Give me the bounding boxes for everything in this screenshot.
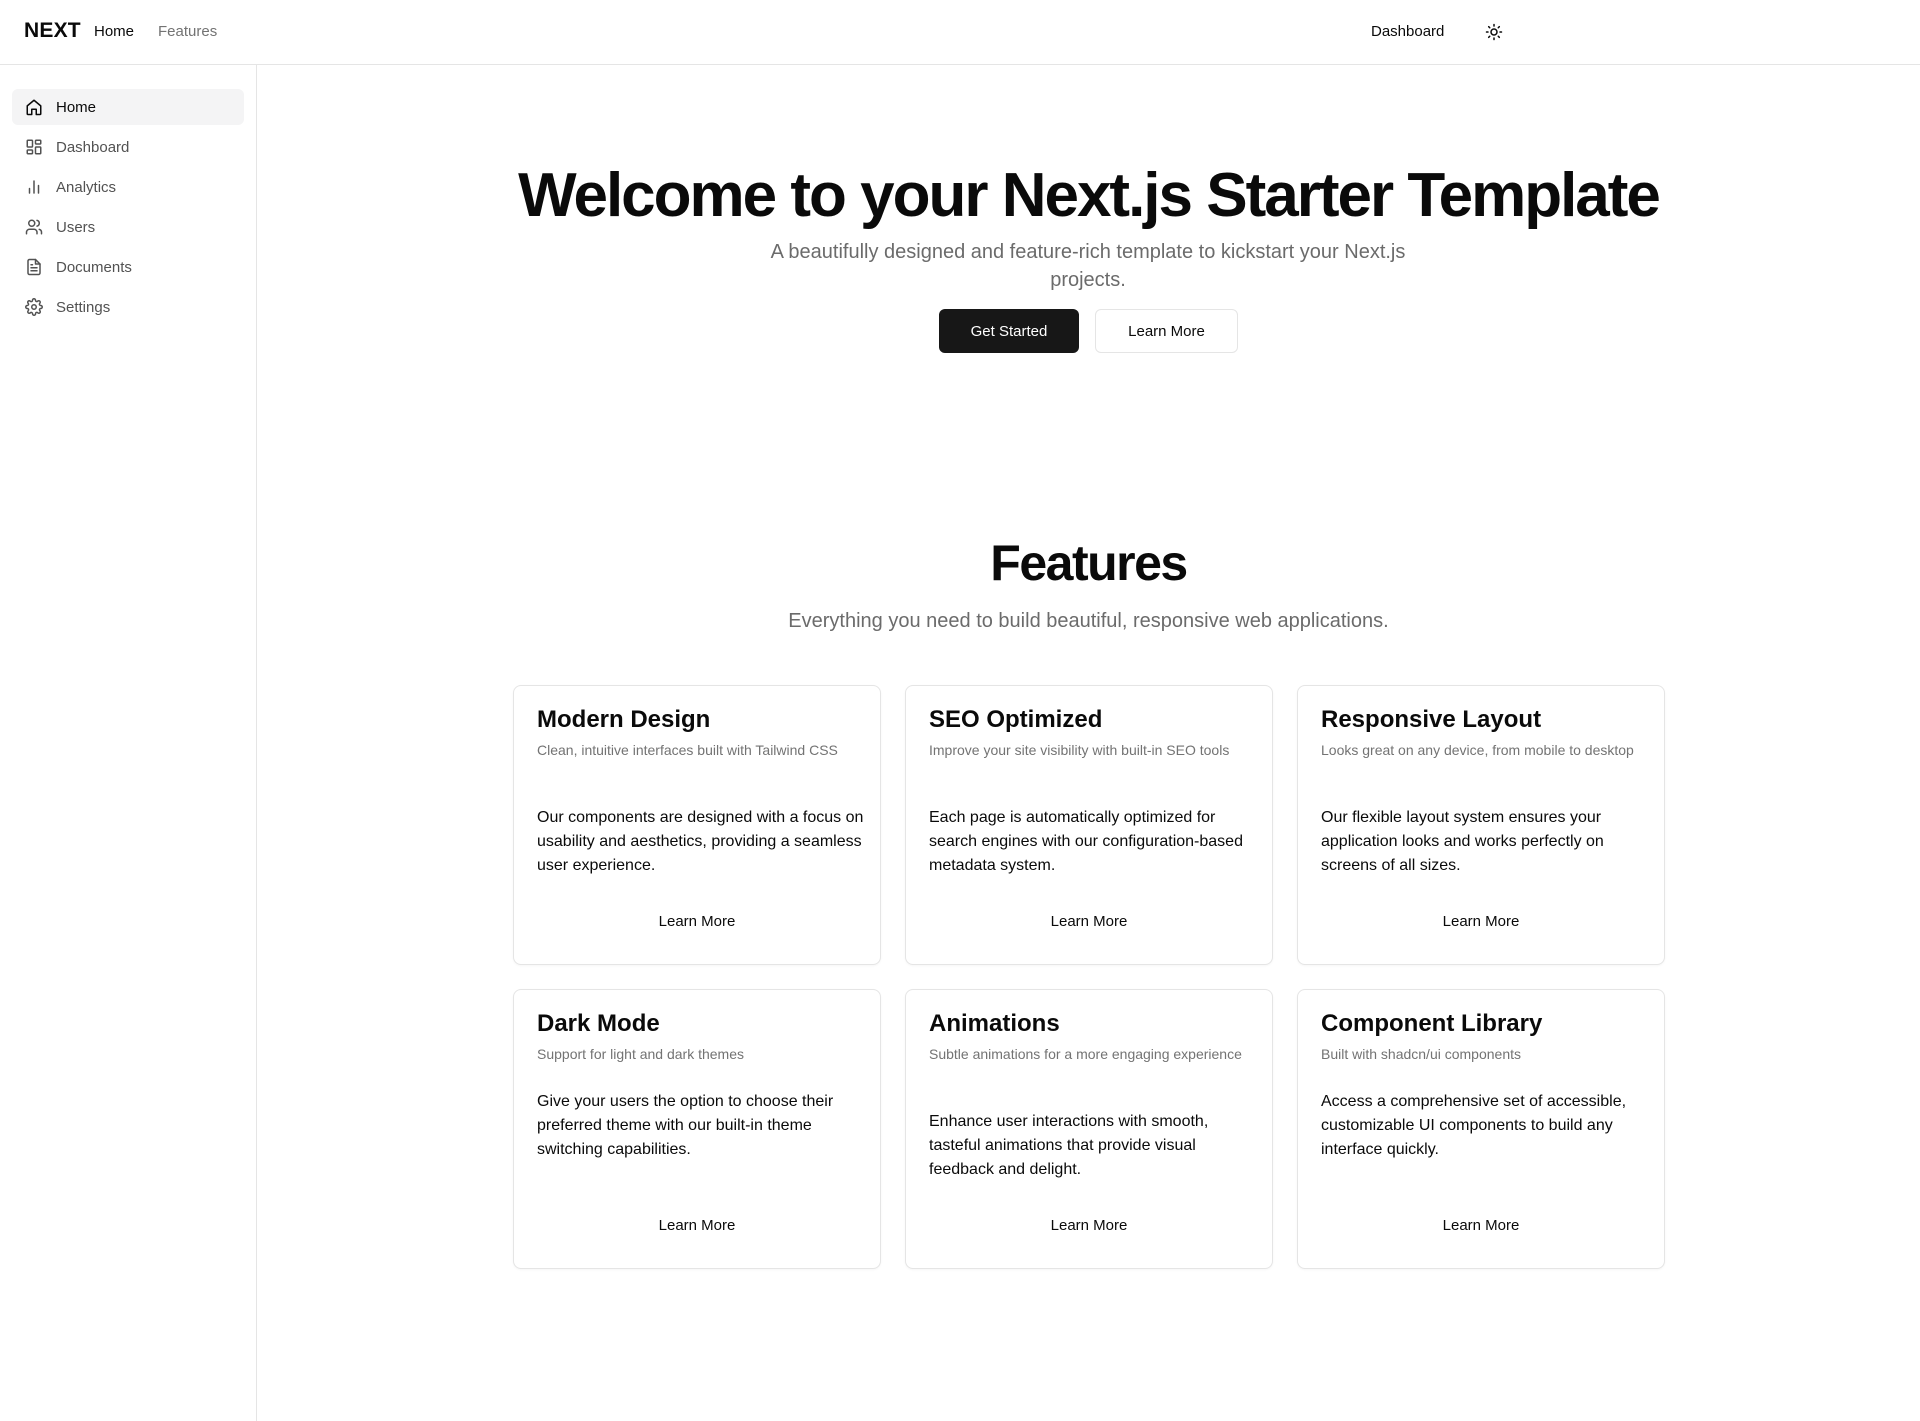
users-icon	[25, 218, 43, 236]
card-title: Dark Mode	[537, 1010, 660, 1037]
card-title: Responsive Layout	[1321, 706, 1542, 733]
feature-card-responsive-layout: Responsive Layout Looks great on any dev…	[1297, 685, 1665, 965]
card-body: Our components are designed with a focus…	[537, 809, 864, 874]
learn-more-button[interactable]: Learn More	[1095, 309, 1238, 353]
hero-title: Welcome to your Next.js Starter Template	[518, 161, 1661, 230]
hero-subtitle: A beautifully designed and feature-rich …	[770, 241, 1406, 291]
card-title: Modern Design	[537, 706, 711, 733]
get-started-button[interactable]: Get Started	[939, 309, 1079, 353]
sidebar: Home Dashboard Analytics Users Documents…	[0, 65, 257, 1421]
home-icon	[25, 98, 43, 116]
gear-icon	[25, 298, 43, 316]
card-learn-more-button[interactable]: Learn More	[514, 1216, 880, 1235]
sidebar-item-documents[interactable]: Documents	[12, 249, 244, 285]
top-navbar: NEXT Home Features Dashboard	[0, 0, 1920, 65]
card-title: Component Library	[1321, 1010, 1543, 1037]
card-learn-more-button[interactable]: Learn More	[906, 912, 1272, 931]
card-body: Give your users the option to choose the…	[537, 1093, 834, 1158]
card-description: Support for light and dark themes	[537, 1046, 745, 1062]
card-title: Animations	[929, 1010, 1060, 1037]
sun-icon	[1485, 23, 1503, 41]
topnav-dashboard-link[interactable]: Dashboard	[1371, 23, 1444, 40]
feature-card-component-library: Component Library Built with shadcn/ui c…	[1297, 989, 1665, 1269]
brand-logo[interactable]: NEXT	[24, 19, 81, 43]
card-learn-more-button[interactable]: Learn More	[1298, 1216, 1664, 1235]
sidebar-item-dashboard[interactable]: Dashboard	[12, 129, 244, 165]
sidebar-item-settings[interactable]: Settings	[12, 289, 244, 325]
card-body: Access a comprehensive set of accessible…	[1321, 1093, 1627, 1158]
sidebar-item-label: Documents	[56, 258, 132, 276]
topnav-home-link[interactable]: Home	[94, 23, 134, 40]
card-description: Looks great on any device, from mobile t…	[1321, 742, 1634, 758]
layout-grid-icon	[25, 138, 43, 156]
feature-card-seo-optimized: SEO Optimized Improve your site visibili…	[905, 685, 1273, 965]
feature-card-modern-design: Modern Design Clean, intuitive interface…	[513, 685, 881, 965]
features-title: Features	[990, 535, 1188, 591]
card-description: Built with shadcn/ui components	[1321, 1046, 1521, 1062]
card-learn-more-button[interactable]: Learn More	[1298, 912, 1664, 931]
theme-toggle-button[interactable]	[1480, 18, 1508, 46]
sidebar-item-analytics[interactable]: Analytics	[12, 169, 244, 205]
card-body: Enhance user interactions with smooth, t…	[929, 1113, 1209, 1178]
sidebar-item-label: Settings	[56, 298, 111, 316]
card-body: Each page is automatically optimized for…	[929, 809, 1243, 874]
sidebar-item-label: Users	[56, 218, 96, 236]
card-learn-more-button[interactable]: Learn More	[514, 912, 880, 931]
sidebar-item-label: Analytics	[56, 178, 117, 196]
feature-card-animations: Animations Subtle animations for a more …	[905, 989, 1273, 1269]
sidebar-item-label: Home	[56, 98, 97, 116]
card-description: Improve your site visibility with built-…	[929, 742, 1230, 758]
bar-chart-icon	[25, 178, 43, 196]
file-text-icon	[25, 258, 43, 276]
feature-card-dark-mode: Dark Mode Support for light and dark the…	[513, 989, 881, 1269]
card-body: Our flexible layout system ensures your …	[1321, 809, 1604, 874]
features-subtitle: Everything you need to build beautiful, …	[788, 610, 1389, 632]
sidebar-item-users[interactable]: Users	[12, 209, 244, 245]
sidebar-item-label: Dashboard	[56, 138, 130, 156]
card-description: Subtle animations for a more engaging ex…	[929, 1046, 1242, 1062]
card-learn-more-button[interactable]: Learn More	[906, 1216, 1272, 1235]
sidebar-item-home[interactable]: Home	[12, 89, 244, 125]
topnav-features-link[interactable]: Features	[158, 23, 217, 40]
card-description: Clean, intuitive interfaces built with T…	[537, 742, 838, 758]
card-title: SEO Optimized	[929, 706, 1103, 733]
